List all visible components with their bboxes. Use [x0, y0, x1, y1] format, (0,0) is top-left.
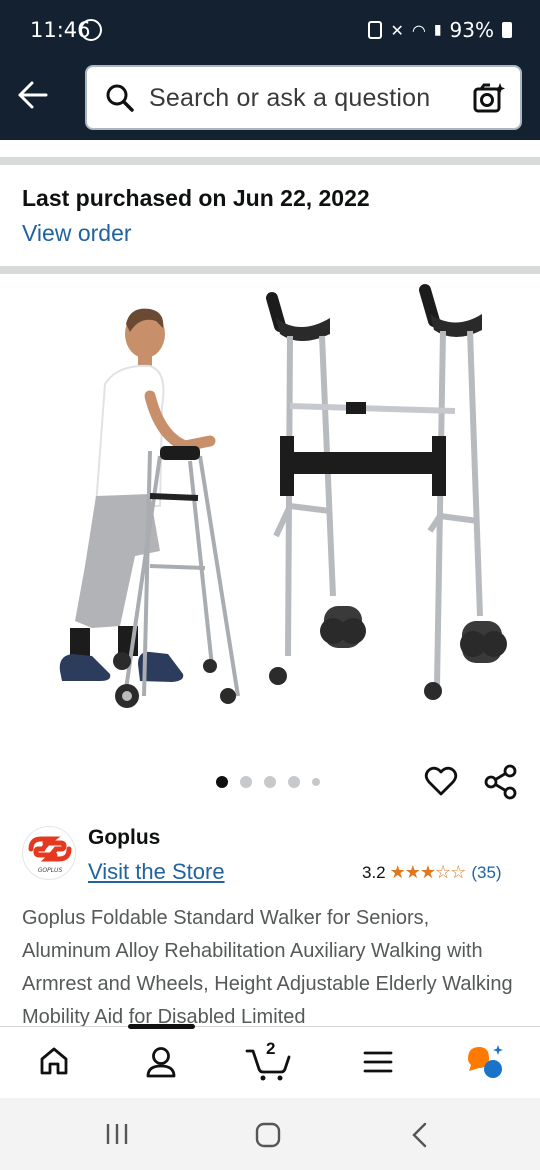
- status-bar: 11:46 ✕ ◠ ▮ 93%: [0, 0, 540, 58]
- active-tab-indicator: [128, 1024, 195, 1029]
- view-order-link[interactable]: View order: [22, 220, 132, 247]
- home-system-button[interactable]: [255, 1122, 281, 1153]
- share-icon: [484, 764, 517, 800]
- home-icon: [40, 1047, 68, 1075]
- last-purchased-text: Last purchased on Jun 22, 2022: [22, 185, 370, 211]
- nav-rufus[interactable]: [465, 1043, 505, 1084]
- brand-logo[interactable]: GOPLUS: [22, 826, 76, 880]
- signal-icon: ▮: [433, 22, 442, 38]
- status-indicators: ✕ ◠ ▮ 93%: [368, 18, 512, 42]
- nav-home[interactable]: [38, 1045, 70, 1082]
- review-count[interactable]: (35): [471, 863, 501, 883]
- camera-search-icon[interactable]: [472, 81, 506, 115]
- share-button[interactable]: [484, 764, 518, 805]
- chevron-left-icon: [412, 1122, 427, 1148]
- product-image[interactable]: [0, 276, 540, 746]
- cart-count-badge: 2: [266, 1039, 276, 1058]
- walker-product-photo: [59, 284, 507, 708]
- menu-icon: [363, 1051, 393, 1073]
- carousel-dot[interactable]: [240, 776, 252, 788]
- nav-account[interactable]: [145, 1045, 177, 1084]
- svg-text:GOPLUS: GOPLUS: [38, 867, 63, 874]
- system-back-button[interactable]: [408, 1122, 432, 1153]
- arrow-left-icon: [18, 81, 48, 109]
- section-divider: [0, 266, 540, 274]
- wifi-icon: ◠: [411, 20, 426, 40]
- product-rating[interactable]: 3.2 ★★★☆☆ (35): [362, 862, 502, 883]
- product-title: Goplus Foldable Standard Walker for Seni…: [22, 907, 513, 1026]
- rufus-icon: [468, 1045, 503, 1078]
- battery-percent: 93%: [449, 18, 494, 42]
- carousel-dot[interactable]: [216, 776, 228, 788]
- battery-icon: [502, 22, 512, 38]
- search-input[interactable]: Search or ask a question: [149, 84, 430, 113]
- app-header: Search or ask a question: [0, 58, 540, 140]
- section-divider: [0, 157, 540, 165]
- rating-value: 3.2: [362, 862, 386, 882]
- recent-apps-button[interactable]: [104, 1122, 130, 1151]
- nav-menu[interactable]: [362, 1049, 394, 1080]
- carousel-dot[interactable]: [288, 776, 300, 788]
- system-navigation: [0, 1098, 540, 1170]
- carousel-dot[interactable]: [312, 778, 320, 786]
- walker-front-view: [266, 284, 507, 700]
- star-rating-icon: ★★★☆☆: [389, 862, 467, 882]
- goplus-logo-icon: GOPLUS: [28, 836, 72, 874]
- heart-icon: [424, 766, 458, 796]
- mute-icon: ✕: [390, 20, 404, 40]
- search-bar[interactable]: Search or ask a question: [85, 65, 522, 130]
- wishlist-button[interactable]: [424, 765, 458, 802]
- bottom-navigation: 2: [0, 1024, 540, 1098]
- search-icon: [106, 84, 134, 112]
- brand-name: Goplus: [88, 826, 161, 849]
- carousel-dot[interactable]: [264, 776, 276, 788]
- home-circle-icon: [255, 1122, 281, 1148]
- battery-saver-icon: [368, 21, 383, 39]
- account-icon: [146, 1047, 176, 1078]
- nav-cart[interactable]: 2: [245, 1039, 291, 1086]
- recent-apps-icon: [106, 1124, 128, 1144]
- visit-store-link[interactable]: Visit the Store: [88, 859, 225, 885]
- back-button[interactable]: [14, 78, 54, 112]
- image-carousel-dots[interactable]: [216, 776, 320, 788]
- data-saver-icon: [80, 19, 102, 41]
